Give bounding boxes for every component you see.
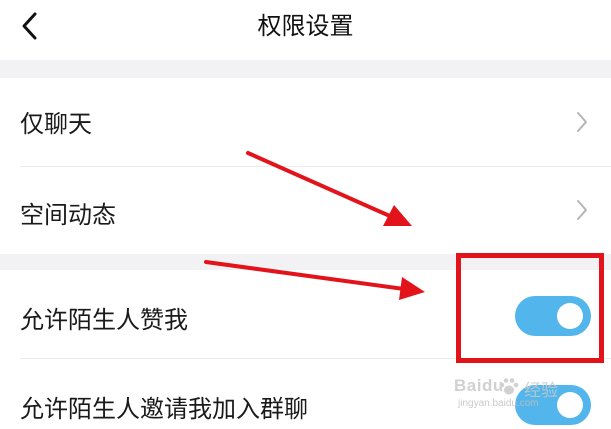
allow-stranger-group-invite-toggle[interactable] xyxy=(515,385,591,425)
settings-row-allow-stranger-group-invite: 允许陌生人邀请我加入群聊 xyxy=(0,359,611,429)
chevron-right-icon xyxy=(577,200,587,220)
page-title: 权限设置 xyxy=(257,12,354,40)
section-divider xyxy=(0,60,611,78)
allow-stranger-likes-toggle[interactable] xyxy=(515,296,591,336)
row-label: 仅聊天 xyxy=(20,110,92,138)
settings-row-chat-only[interactable]: 仅聊天 xyxy=(0,78,611,166)
nav-bar: 权限设置 xyxy=(0,0,611,56)
row-label: 允许陌生人赞我 xyxy=(20,306,188,334)
toggle-knob xyxy=(557,303,583,329)
row-label: 允许陌生人邀请我加入群聊 xyxy=(20,395,308,423)
toggle-knob xyxy=(557,392,583,418)
settings-row-allow-stranger-likes: 允许陌生人赞我 xyxy=(0,270,611,358)
chevron-right-icon xyxy=(577,112,587,132)
settings-row-space-moments[interactable]: 空间动态 xyxy=(0,167,611,254)
section-divider xyxy=(0,254,611,270)
row-label: 空间动态 xyxy=(20,201,116,229)
